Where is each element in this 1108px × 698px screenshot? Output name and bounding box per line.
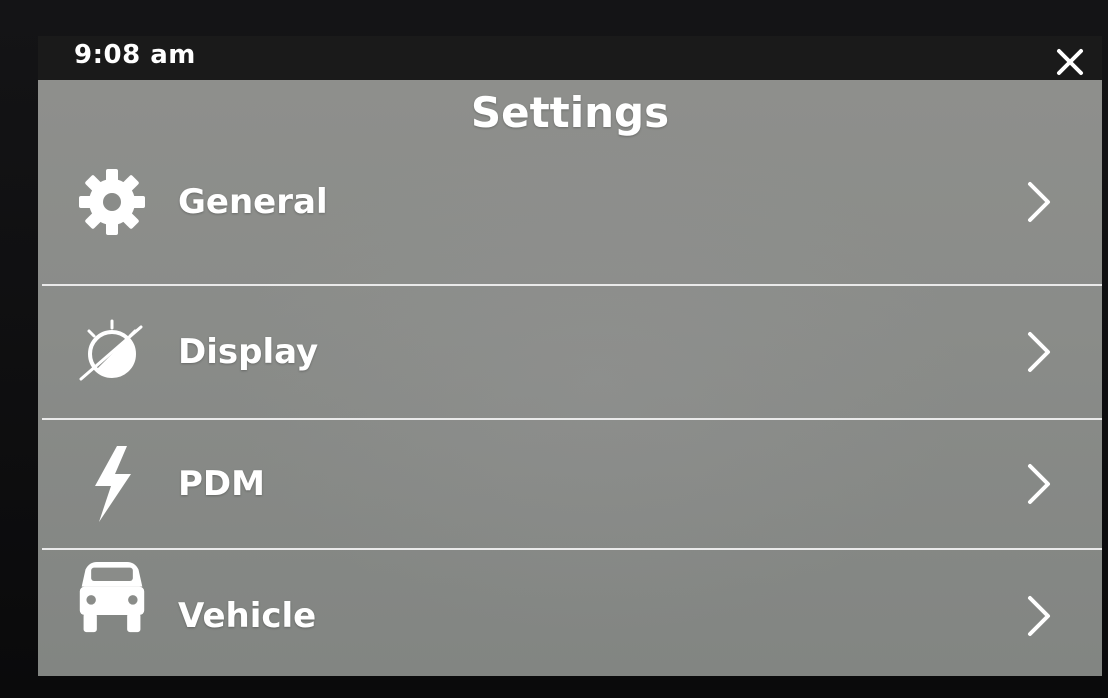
menu-item-display[interactable]: Display: [38, 286, 1102, 418]
menu-item-general[interactable]: General: [38, 152, 1102, 252]
menu-item-label: General: [178, 182, 328, 222]
close-button[interactable]: [1046, 44, 1094, 84]
chevron-right-icon: [1024, 594, 1054, 638]
gear-icon: [76, 166, 148, 238]
vehicle-icon: [76, 562, 148, 634]
close-icon: [1055, 47, 1085, 81]
status-time: 9:08 am: [74, 40, 196, 70]
menu-item-label: Vehicle: [178, 596, 317, 636]
menu-item-pdm[interactable]: PDM: [38, 420, 1102, 548]
menu-item-vehicle[interactable]: Vehicle: [38, 550, 1102, 676]
device-bezel: Settings General Display PDM Vehicle 9:0…: [0, 0, 1108, 698]
screen: Settings General Display PDM Vehicle 9:0…: [38, 36, 1102, 676]
chevron-right-icon: [1024, 180, 1054, 224]
lightning-icon: [76, 446, 148, 522]
chevron-right-icon: [1024, 330, 1054, 374]
brightness-icon: [76, 316, 148, 388]
settings-panel: Settings General Display PDM Vehicle: [38, 80, 1102, 676]
menu-item-label: Display: [178, 332, 319, 372]
page-title: Settings: [470, 88, 670, 137]
settings-menu: General Display PDM Vehicle: [38, 169, 1102, 676]
menu-item-label: PDM: [178, 464, 265, 504]
chevron-right-icon: [1024, 462, 1054, 506]
